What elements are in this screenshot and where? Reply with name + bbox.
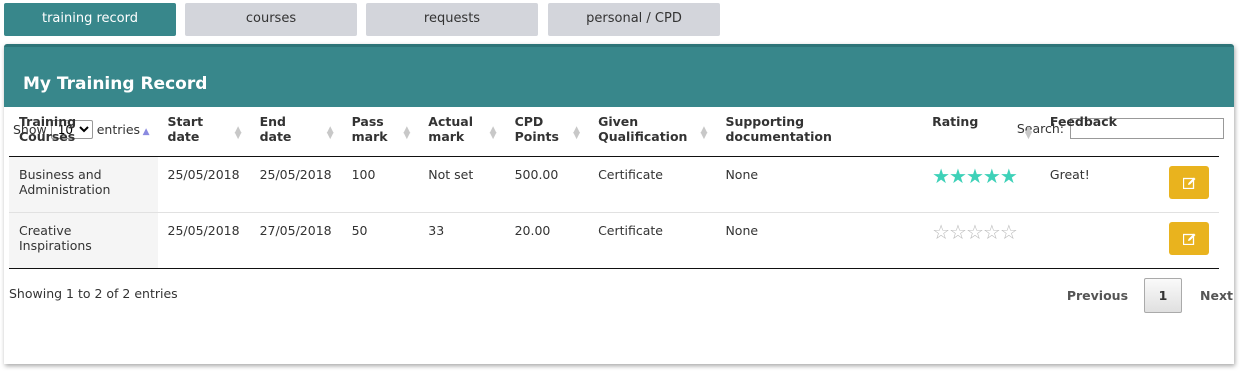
star-filled-icon: ★ <box>965 164 984 188</box>
training-table: Training Courses ▲ Start date ▲ ▼ End dat… <box>9 107 1219 269</box>
cell-actions <box>1145 156 1219 213</box>
header-label: CPD Points <box>514 114 559 144</box>
star-empty-icon: ☆ <box>949 220 967 244</box>
col-actual-mark[interactable]: Actual mark ▲ ▼ <box>418 107 505 157</box>
cell-documentation: None <box>715 212 923 269</box>
cell-course: Creative Inspirations <box>9 212 158 269</box>
tab-training-record[interactable]: training record <box>4 3 176 36</box>
header-label: Actual mark <box>428 114 473 144</box>
cell-qualification: Certificate <box>588 156 716 213</box>
star-rating: ★★★★★ <box>932 164 1030 188</box>
col-actions <box>1145 107 1219 157</box>
col-start-date[interactable]: Start date ▲ ▼ <box>157 107 250 157</box>
edit-button[interactable] <box>1169 222 1209 255</box>
col-pass-mark[interactable]: Pass mark ▲ ▼ <box>341 107 419 157</box>
star-empty-icon: ☆ <box>982 220 1001 244</box>
table-row: Business and Administration 25/05/2018 2… <box>9 156 1219 213</box>
panel-title: My Training Record <box>4 44 1234 107</box>
previous-page-link[interactable]: Previous <box>1067 288 1128 303</box>
col-training-courses[interactable]: Training Courses ▲ <box>9 107 158 157</box>
table-info: Showing 1 to 2 of 2 entries <box>9 286 178 301</box>
cell-qualification: Certificate <box>588 212 716 269</box>
edit-button[interactable] <box>1169 166 1209 199</box>
col-supporting-documentation: Supporting documentation <box>715 107 923 157</box>
edit-icon <box>1182 233 1195 245</box>
sort-icon: ▲ ▼ <box>326 125 334 141</box>
col-given-qualification[interactable]: Given Qualification ▲ ▼ <box>588 107 716 157</box>
header-label: Start date <box>167 114 204 144</box>
sort-icon: ▲ ▼ <box>1024 125 1032 141</box>
cell-start-date: 25/05/2018 <box>157 212 250 269</box>
cell-actions <box>1145 212 1219 269</box>
cell-course: Business and Administration <box>9 156 158 213</box>
cell-feedback: Great! <box>1039 156 1145 213</box>
star-empty-icon: ☆ <box>999 220 1018 244</box>
star-filled-icon: ★ <box>949 164 967 188</box>
tab-requests[interactable]: requests <box>366 3 538 36</box>
star-filled-icon: ★ <box>999 164 1018 188</box>
sort-icon: ▲ ▼ <box>573 125 581 141</box>
header-label: End date <box>259 114 292 144</box>
tab-courses[interactable]: courses <box>185 3 357 36</box>
col-cpd-points[interactable]: CPD Points ▲ ▼ <box>504 107 589 157</box>
table-row: Creative Inspirations 25/05/2018 27/05/2… <box>9 212 1219 269</box>
header-label: Given Qualification <box>598 114 688 144</box>
cell-documentation: None <box>715 156 923 213</box>
star-empty-icon: ☆ <box>932 220 950 244</box>
star-empty-icon: ☆ <box>965 220 984 244</box>
tab-personal-cpd[interactable]: personal / CPD <box>548 3 720 36</box>
header-label: Training Courses <box>19 114 77 144</box>
cell-actual-mark: 33 <box>418 212 505 269</box>
sort-icon: ▲ ▼ <box>403 125 411 141</box>
cell-cpd-points: 20.00 <box>504 212 589 269</box>
col-rating[interactable]: Rating ▲ ▼ <box>922 107 1040 157</box>
sort-asc-icon: ▲ <box>142 127 150 137</box>
cell-actual-mark: Not set <box>418 156 505 213</box>
sort-icon: ▲ ▼ <box>234 125 242 141</box>
sort-icon: ▲ ▼ <box>489 125 497 141</box>
cell-pass-mark: 50 <box>341 212 419 269</box>
col-feedback: Feedback <box>1039 107 1145 157</box>
cell-pass-mark: 100 <box>341 156 419 213</box>
star-rating: ☆☆☆☆☆ <box>932 220 1030 244</box>
next-page-link[interactable]: Next <box>1200 288 1233 303</box>
pagination: Previous 1 Next <box>1067 278 1233 313</box>
page-1-button[interactable]: 1 <box>1144 278 1183 313</box>
edit-icon <box>1182 177 1195 189</box>
col-end-date[interactable]: End date ▲ ▼ <box>249 107 342 157</box>
cell-feedback <box>1039 212 1145 269</box>
cell-end-date: 25/05/2018 <box>249 156 342 213</box>
star-filled-icon: ★ <box>982 164 1001 188</box>
cell-end-date: 27/05/2018 <box>249 212 342 269</box>
cell-cpd-points: 500.00 <box>504 156 589 213</box>
header-label: Rating <box>932 114 979 129</box>
cell-start-date: 25/05/2018 <box>157 156 250 213</box>
cell-rating: ★★★★★ <box>922 156 1040 213</box>
cell-rating: ☆☆☆☆☆ <box>922 212 1040 269</box>
header-label: Supporting documentation <box>725 114 832 144</box>
star-filled-icon: ★ <box>932 164 950 188</box>
sort-icon: ▲ ▼ <box>700 125 708 141</box>
header-label: Feedback <box>1049 114 1117 129</box>
header-label: Pass mark <box>351 114 388 144</box>
